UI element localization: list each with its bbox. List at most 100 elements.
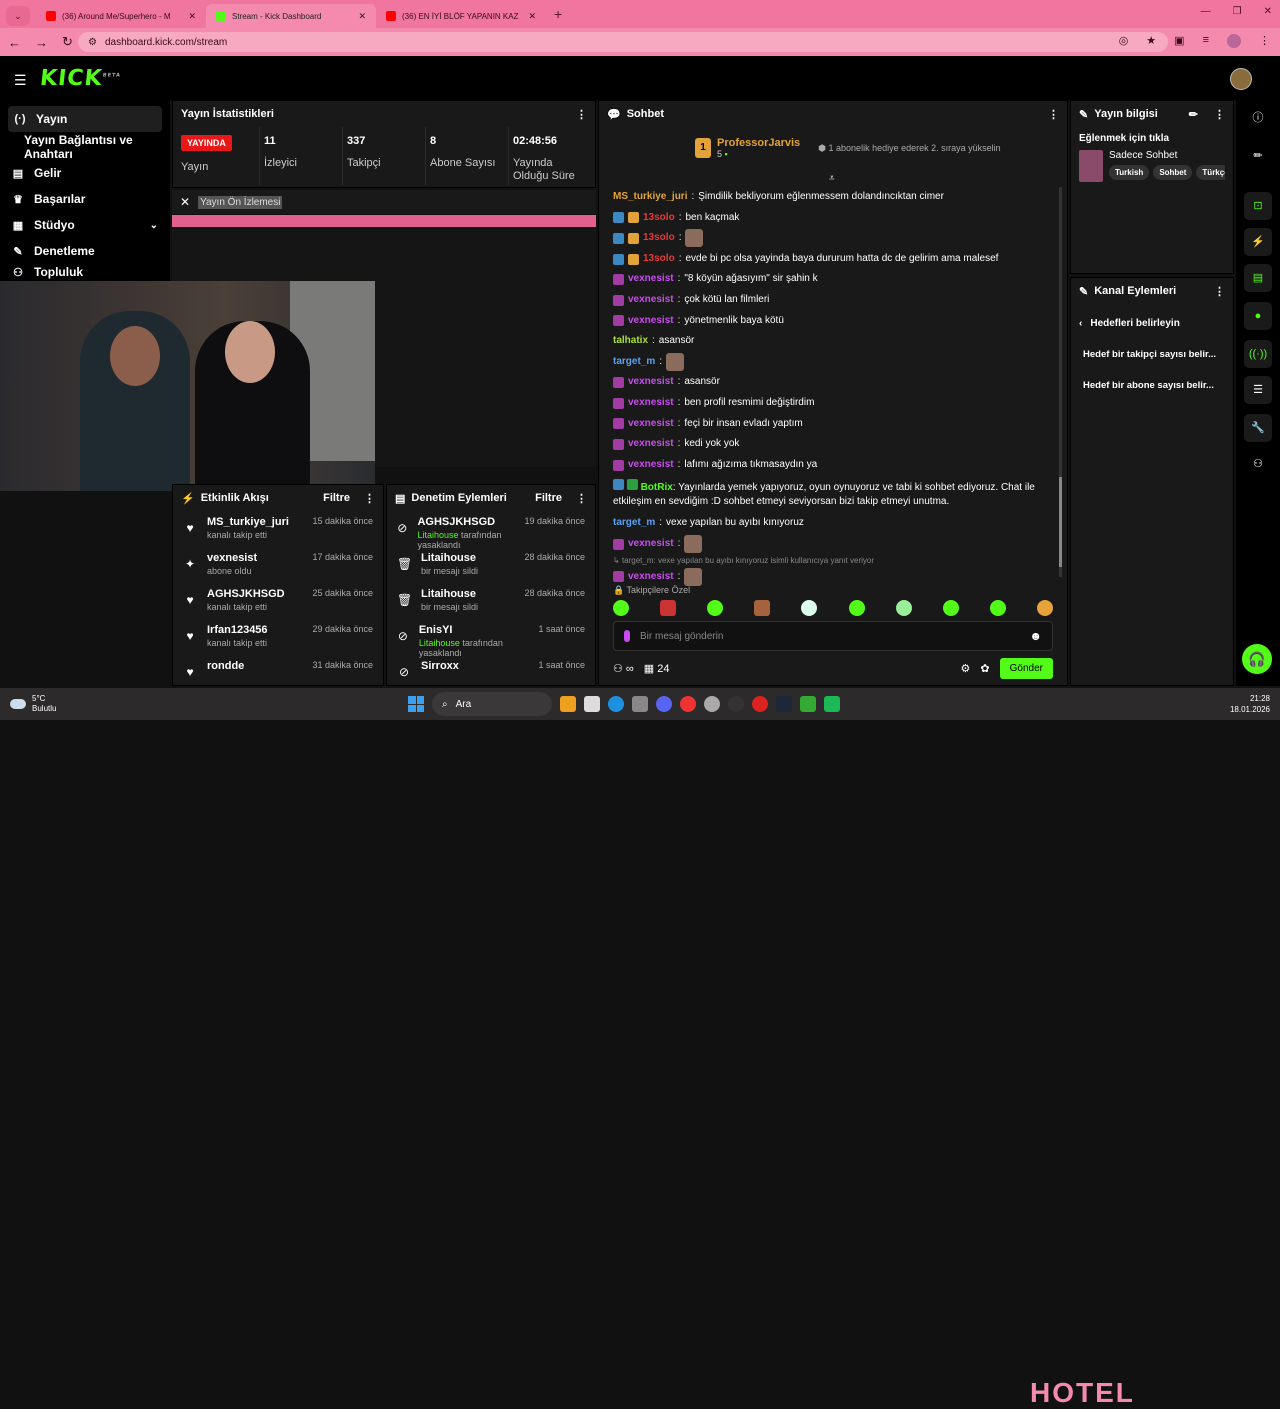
reading-list-icon[interactable]: ≡	[1203, 34, 1209, 48]
extensions-icon[interactable]: ▣	[1174, 34, 1184, 48]
chat-username[interactable]: target_m	[613, 513, 655, 534]
top-gifter[interactable]: 1 ProfessorJarvis 5 ▪ ⬢ 1 abonelik hediy…	[695, 137, 1001, 159]
scroll-down-icon[interactable]: ⩡	[829, 173, 835, 184]
chat-message[interactable]: BotRix: Yayınlarda yemek yapıyoruz, oyun…	[613, 475, 1053, 513]
emote-button[interactable]	[942, 600, 959, 616]
tag-chip[interactable]: Turkish	[1109, 165, 1150, 180]
chat-username[interactable]: target_m	[613, 352, 655, 373]
discord-icon[interactable]	[656, 696, 672, 712]
lightning-icon[interactable]: ⚡	[1244, 228, 1272, 256]
system-tray-clock[interactable]: 21:28 18.01.2026	[1230, 693, 1270, 715]
tag-chip[interactable]: Sohbet	[1153, 165, 1193, 180]
filter-button[interactable]: Filtre	[323, 492, 350, 504]
viewers-infinity-icon[interactable]: ⚇ ∞	[613, 662, 634, 675]
activity-item[interactable]: ♥ MS_turkiye_juri kanalı takip etti 15 da…	[173, 511, 383, 547]
maximize-icon[interactable]: ❐	[1233, 6, 1242, 17]
eye-off-icon[interactable]: ◎	[1119, 34, 1129, 48]
chat-message[interactable]: 13solo:	[613, 228, 1053, 249]
url-field[interactable]: ⚙ dashboard.kick.com/stream	[78, 32, 1168, 52]
settings-gear-icon[interactable]: ⚙	[961, 662, 971, 675]
tab-kick-dashboard[interactable]: Stream - Kick Dashboard ✕	[206, 4, 376, 28]
chat-message[interactable]: vexnesist: çok kötü lan filmleri	[613, 290, 1053, 311]
chat-username[interactable]: vexnesist	[628, 455, 674, 476]
edge-icon[interactable]	[608, 696, 624, 712]
chat-scrollbar[interactable]	[1059, 187, 1062, 577]
new-tab-icon[interactable]: +	[554, 6, 562, 22]
chat-username[interactable]: vexnesist	[628, 393, 674, 414]
server-icon[interactable]: ☰	[1244, 376, 1272, 404]
nav-item-gelir[interactable]: ▤ Gelir	[0, 160, 170, 186]
chrome-icon[interactable]	[680, 696, 696, 712]
broadcast-icon[interactable]: ((·))	[1244, 340, 1272, 368]
back-icon[interactable]: ←	[8, 35, 21, 50]
obs-icon[interactable]	[728, 696, 744, 712]
screenshot-icon[interactable]: ⊡	[1244, 192, 1272, 220]
forward-icon[interactable]: →	[35, 35, 48, 50]
windows-start-icon[interactable]	[408, 696, 424, 712]
nav-item-stream-key[interactable]: Yayın Bağlantısı ve Anahtarı	[0, 133, 170, 161]
weather-widget[interactable]: 5°C Bulutlu	[10, 694, 56, 714]
app-icon[interactable]	[632, 696, 648, 712]
edit-pencil-icon[interactable]: ✏	[1244, 142, 1272, 170]
goal-followers-item[interactable]: Hedef bir takipçi sayısı belir...	[1071, 329, 1233, 360]
activity-item[interactable]: ♥ Irfan123456 kanalı takip etti 29 dakika…	[173, 619, 383, 655]
chat-bubble-icon[interactable]: ●	[1244, 302, 1272, 330]
activity-item[interactable]: ♥ AGHSJKHSGD kanalı takip etti 25 dakika …	[173, 583, 383, 619]
file-explorer-icon[interactable]	[560, 696, 576, 712]
steam-icon[interactable]	[776, 696, 792, 712]
more-options-icon[interactable]: ⋮	[576, 108, 587, 121]
chat-username[interactable]: vexnesist	[628, 434, 674, 455]
chat-message[interactable]: vexnesist: "8 köyün ağasıyım" sir şahin k	[613, 269, 1053, 290]
wrench-icon[interactable]: 🔧	[1244, 414, 1272, 442]
more-options-icon[interactable]: ⋮	[576, 492, 587, 505]
chat-username[interactable]: vexnesist	[628, 534, 674, 555]
emote-button[interactable]	[1036, 600, 1053, 616]
chat-message[interactable]: 13solo: ben kaçmak	[613, 208, 1053, 229]
taskbar-search[interactable]: ⌕ Ara	[432, 692, 552, 716]
chat-username[interactable]: BotRix	[641, 482, 673, 493]
chat-message[interactable]: vexnesist: asansör	[613, 372, 1053, 393]
chat-message[interactable]: talhatix: asansör	[613, 331, 1053, 352]
more-options-icon[interactable]: ⋮	[1214, 285, 1225, 298]
tab-search-icon[interactable]: ⌄	[6, 6, 30, 26]
site-info-icon[interactable]: ⚙	[88, 37, 97, 48]
chat-username[interactable]: vexnesist	[628, 372, 674, 393]
emote-button[interactable]	[613, 600, 629, 616]
tag-chip[interactable]: Türkçe	[1196, 165, 1225, 180]
chat-message[interactable]: vexnesist: yönetmenlik baya kötü	[613, 311, 1053, 332]
scroll-thumb[interactable]	[1059, 477, 1062, 567]
chat-message[interactable]: MS_turkiye_juri: Şimdilik bekliyorum eğle…	[613, 187, 1053, 208]
minimize-icon[interactable]: —	[1201, 6, 1211, 17]
edit-pencil-icon[interactable]: ✏	[1189, 108, 1198, 121]
bookmark-star-icon[interactable]: ★	[1146, 34, 1156, 48]
chat-message[interactable]: target_m:	[613, 352, 1053, 373]
moderation-item[interactable]: 🗑 Litaihouse bir mesajı sildi 28 dakika ö…	[387, 583, 595, 619]
chat-message[interactable]: vexnesist: ben profil resmimi değiştirdim	[613, 393, 1053, 414]
user-avatar[interactable]	[1230, 68, 1252, 90]
chat-username[interactable]: 13solo	[643, 249, 675, 270]
store-icon[interactable]: ▦ 24	[644, 662, 670, 675]
chat-message[interactable]: 13solo: evde bi pc olsa yayinda baya duru…	[613, 249, 1053, 270]
chat-message[interactable]: vexnesist:	[613, 567, 1053, 588]
chat-emote-icon[interactable]: ✿	[980, 662, 989, 675]
emote-button[interactable]	[895, 600, 912, 616]
moderation-item[interactable]: ⊘ Sirroxx 1 saat önce	[387, 655, 595, 677]
community-icon[interactable]: ⚇	[1244, 450, 1272, 478]
kick-logo[interactable]: KICKBETA	[39, 66, 122, 91]
chat-username[interactable]: talhatix	[613, 331, 648, 352]
nav-item-basarilar[interactable]: ♛ Başarılar	[0, 186, 170, 212]
nav-item-yayin[interactable]: (·) Yayın	[8, 106, 162, 132]
chat-input[interactable]: Bir mesaj gönderin ☻	[613, 621, 1053, 651]
settings-gear-icon[interactable]	[704, 696, 720, 712]
chat-username[interactable]: vexnesist	[628, 567, 674, 588]
emote-button[interactable]	[801, 600, 818, 616]
emote-button[interactable]	[707, 600, 724, 616]
support-headset-icon[interactable]: 🎧	[1242, 644, 1272, 674]
nav-item-studyo[interactable]: ▦ Stüdyo ⌄	[0, 212, 170, 238]
emote-button[interactable]	[848, 600, 865, 616]
tab-youtube-1[interactable]: (36) Around Me/Superhero - M ✕	[36, 4, 206, 28]
mic-icon[interactable]	[624, 630, 630, 642]
chat-username[interactable]: vexnesist	[628, 414, 674, 435]
filter-button[interactable]: Filtre	[535, 492, 562, 504]
activity-item[interactable]: ✦ vexnesist abone oldu 17 dakika önce	[173, 547, 383, 583]
